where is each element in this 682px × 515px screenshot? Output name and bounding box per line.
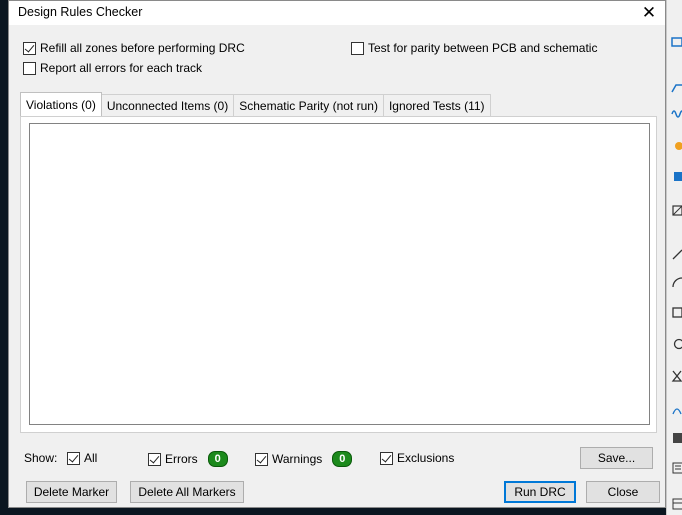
errors-count-badge: 0 <box>207 451 228 467</box>
delete-marker-button[interactable]: Delete Marker <box>26 481 117 503</box>
close-button[interactable]: Close <box>586 481 660 503</box>
show-label: Show: <box>24 451 58 465</box>
violations-panel <box>20 116 657 433</box>
right-toolbar <box>666 0 682 515</box>
filter-errors-checkbox[interactable]: Errors 0 <box>148 451 228 467</box>
add-zone-icon[interactable] <box>671 170 682 182</box>
refill-zones-label: Refill all zones before performing DRC <box>40 41 245 55</box>
filter-warnings-checkbox[interactable]: Warnings 0 <box>255 451 353 467</box>
checkbox-unchecked-icon[interactable] <box>23 61 36 75</box>
checkbox-unchecked-icon[interactable] <box>351 41 364 55</box>
filter-exclusions-checkbox[interactable]: Exclusions <box>380 451 454 465</box>
rule-area-icon[interactable] <box>671 204 682 216</box>
tune-length-icon[interactable] <box>671 108 682 120</box>
test-parity-checkbox[interactable]: Test for parity between PCB and schemati… <box>351 41 597 55</box>
background-pcb-canvas <box>0 0 8 515</box>
tab-bar: Violations (0) Unconnected Items (0) Sch… <box>20 92 491 116</box>
draw-polygon-icon[interactable] <box>671 370 682 382</box>
warnings-count-badge: 0 <box>332 451 353 467</box>
filter-all-checkbox[interactable]: All <box>67 451 97 465</box>
add-image-icon[interactable] <box>671 432 682 444</box>
curve-icon[interactable] <box>671 404 682 416</box>
refill-zones-checkbox[interactable]: Refill all zones before performing DRC <box>23 41 245 55</box>
checkbox-checked-icon[interactable] <box>67 451 80 465</box>
add-table-icon[interactable] <box>671 498 682 510</box>
route-track-icon[interactable] <box>671 36 682 48</box>
save-button[interactable]: Save... <box>580 447 653 469</box>
run-drc-button[interactable]: Run DRC <box>504 481 576 503</box>
add-via-icon[interactable] <box>671 140 682 152</box>
dialog-title: Design Rules Checker <box>18 5 143 19</box>
tab-ignored-tests[interactable]: Ignored Tests (11) <box>382 94 491 116</box>
add-text-icon[interactable] <box>671 462 682 474</box>
checkbox-checked-icon[interactable] <box>23 41 36 55</box>
test-parity-label: Test for parity between PCB and schemati… <box>368 41 598 55</box>
filter-all-label: All <box>84 451 98 465</box>
filter-errors-label: Errors <box>165 452 198 466</box>
draw-arc-icon[interactable] <box>671 276 682 288</box>
draw-line-icon[interactable] <box>671 248 682 260</box>
delete-all-markers-button[interactable]: Delete All Markers <box>130 481 244 503</box>
route-diff-pair-icon[interactable] <box>671 82 682 94</box>
tab-unconnected-items[interactable]: Unconnected Items (0) <box>100 94 235 116</box>
drc-dialog: Design Rules Checker ✕ Refill all zones … <box>8 0 666 508</box>
background-pcb-canvas-bottom <box>0 508 682 515</box>
report-all-errors-checkbox[interactable]: Report all errors for each track <box>23 61 202 75</box>
checkbox-checked-icon[interactable] <box>148 452 161 466</box>
checkbox-checked-icon[interactable] <box>255 452 268 466</box>
close-icon[interactable]: ✕ <box>633 1 665 25</box>
filter-warnings-label: Warnings <box>272 452 323 466</box>
draw-circle-icon[interactable] <box>671 338 682 350</box>
report-all-errors-label: Report all errors for each track <box>40 61 203 75</box>
checkbox-checked-icon[interactable] <box>380 451 393 465</box>
tab-violations[interactable]: Violations (0) <box>20 92 102 116</box>
violations-list[interactable] <box>29 123 650 425</box>
tab-schematic-parity[interactable]: Schematic Parity (not run) <box>233 94 384 116</box>
dialog-titlebar: Design Rules Checker ✕ <box>9 1 665 25</box>
filter-exclusions-label: Exclusions <box>397 451 455 465</box>
draw-rectangle-icon[interactable] <box>671 306 682 318</box>
